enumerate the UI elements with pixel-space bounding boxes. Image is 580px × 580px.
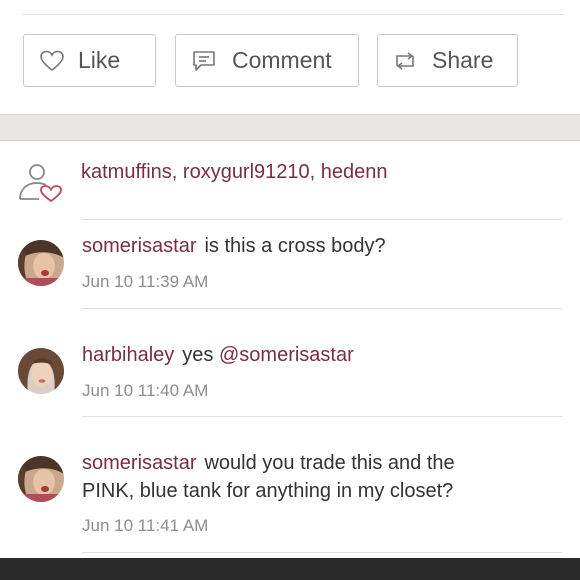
comment-timestamp: Jun 10 11:40 AM xyxy=(82,381,209,400)
share-repost-icon xyxy=(390,47,420,75)
divider xyxy=(82,552,562,553)
likes-user-heart-icon xyxy=(17,163,65,203)
share-button[interactable]: Share xyxy=(377,34,518,87)
comment-mention[interactable]: @somerisastar xyxy=(219,344,354,366)
likers-list: katmuffins, roxygurl91210, hedenn xyxy=(81,161,388,183)
comment-timestamp: Jun 10 11:39 AM xyxy=(82,272,209,291)
comment-button[interactable]: Comment xyxy=(175,34,359,87)
liker-link[interactable]: hedenn xyxy=(321,161,388,183)
avatar[interactable] xyxy=(18,240,64,286)
comment-username[interactable]: somerisastar xyxy=(82,452,196,474)
comment-body: yes xyxy=(182,344,214,366)
comment-bubble-icon xyxy=(190,47,218,75)
comment-timestamp: Jun 10 11:41 AM xyxy=(82,516,209,535)
comment-body: would you trade this and the xyxy=(204,452,455,474)
comment-text: somerisastar is this a cross body? xyxy=(82,232,386,260)
divider xyxy=(82,219,562,220)
share-label: Share xyxy=(432,47,494,73)
comment-username[interactable]: somerisastar xyxy=(82,235,196,257)
action-bar: Like Comment Share xyxy=(0,0,580,114)
avatar[interactable] xyxy=(18,456,64,502)
liker-link[interactable]: roxygurl91210 xyxy=(183,161,310,183)
heart-icon xyxy=(38,47,66,75)
comment-body: PINK, blue tank for anything in my close… xyxy=(82,480,454,502)
comment-username[interactable]: harbihaley xyxy=(82,344,174,366)
comment-text: harbihaley yes @somerisastar xyxy=(82,341,354,369)
bottom-bar xyxy=(0,558,580,580)
comment-text: somerisastar would you trade this and the… xyxy=(82,449,455,505)
comment-body: is this a cross body? xyxy=(204,235,386,257)
divider xyxy=(82,416,562,417)
comment-label: Comment xyxy=(232,47,332,73)
like-button[interactable]: Like xyxy=(23,34,156,87)
divider xyxy=(82,308,562,309)
avatar[interactable] xyxy=(18,348,64,394)
like-label: Like xyxy=(78,47,121,73)
liker-link[interactable]: katmuffins xyxy=(81,161,172,183)
section-separator xyxy=(0,114,580,141)
